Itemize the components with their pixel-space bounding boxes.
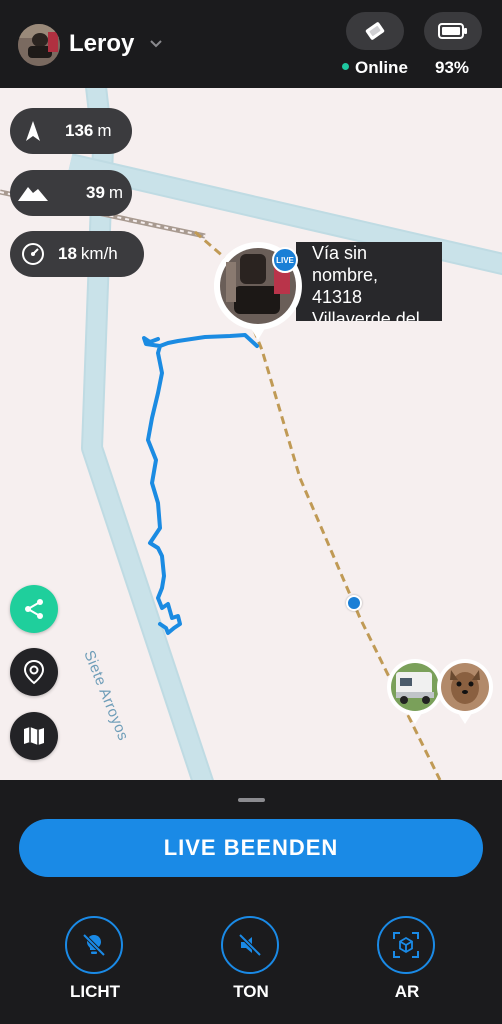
- location-pin-icon: [23, 659, 45, 685]
- light-toggle[interactable]: [65, 916, 125, 974]
- share-button[interactable]: [10, 585, 58, 633]
- elevation-chip[interactable]: 39 m: [10, 170, 132, 216]
- speedometer-icon: [10, 231, 56, 277]
- top-bar: Leroy Online 93%: [0, 0, 502, 88]
- direction-value: 136: [65, 121, 94, 140]
- speed-unit: km/h: [80, 244, 118, 263]
- light-label: LICHT: [69, 982, 121, 1001]
- ar-cube-icon: [393, 932, 419, 958]
- compass-arrow-icon: [10, 108, 56, 154]
- direction-chip[interactable]: 136 m: [10, 108, 132, 154]
- sound-off-icon: [238, 933, 262, 957]
- avatar[interactable]: [18, 24, 60, 66]
- address-line: Villaverde del: [312, 309, 420, 321]
- map-layers-button[interactable]: [10, 712, 58, 760]
- address-line: Vía sin: [312, 243, 368, 263]
- device-button[interactable]: [346, 12, 404, 50]
- sound-toggle[interactable]: [221, 916, 281, 974]
- map-icon: [24, 727, 44, 745]
- sound-label: TON: [233, 982, 269, 1001]
- user-name[interactable]: Leroy: [69, 30, 134, 58]
- share-icon: [25, 599, 43, 619]
- direction-unit: m: [97, 121, 112, 140]
- light-toggle-circle[interactable]: [65, 916, 123, 974]
- dog-avatar-pin[interactable]: [436, 658, 494, 724]
- mountain-icon: [10, 170, 56, 216]
- locate-button[interactable]: [10, 648, 58, 696]
- tracker-device-icon: [365, 22, 385, 40]
- online-dot: [342, 63, 349, 71]
- light-off-icon: [82, 933, 106, 957]
- sound-toggle-circle[interactable]: [221, 916, 279, 974]
- connection-status-text: Online: [355, 58, 408, 77]
- connection-status: Online: [342, 58, 408, 78]
- ar-label: AR: [394, 982, 420, 1001]
- address-label: Vía sin nombre, 41318 Villaverde del: [296, 242, 442, 321]
- ar-toggle[interactable]: [377, 916, 437, 974]
- elevation-unit: m: [108, 183, 124, 202]
- speed-chip[interactable]: 18 km/h: [10, 231, 144, 277]
- live-badge: LIVE: [272, 247, 298, 273]
- sheet-handle[interactable]: [238, 798, 265, 802]
- ar-toggle-circle[interactable]: [377, 916, 435, 974]
- app-screen: Leroy Online 93% Siete Arroyos 136 m 39 …: [0, 0, 502, 1024]
- speed-value: 18: [58, 244, 77, 263]
- address-line: 41318: [312, 287, 363, 307]
- chevron-down-icon[interactable]: [148, 36, 164, 52]
- battery-icon: [438, 23, 467, 39]
- elevation-value: 39: [86, 183, 105, 202]
- battery-button[interactable]: [424, 12, 482, 50]
- battery-level: 93%: [435, 58, 470, 77]
- address-line: nombre,: [312, 265, 379, 285]
- current-position-dot[interactable]: [346, 595, 362, 611]
- end-live-button[interactable]: LIVE BEENDEN: [19, 819, 483, 877]
